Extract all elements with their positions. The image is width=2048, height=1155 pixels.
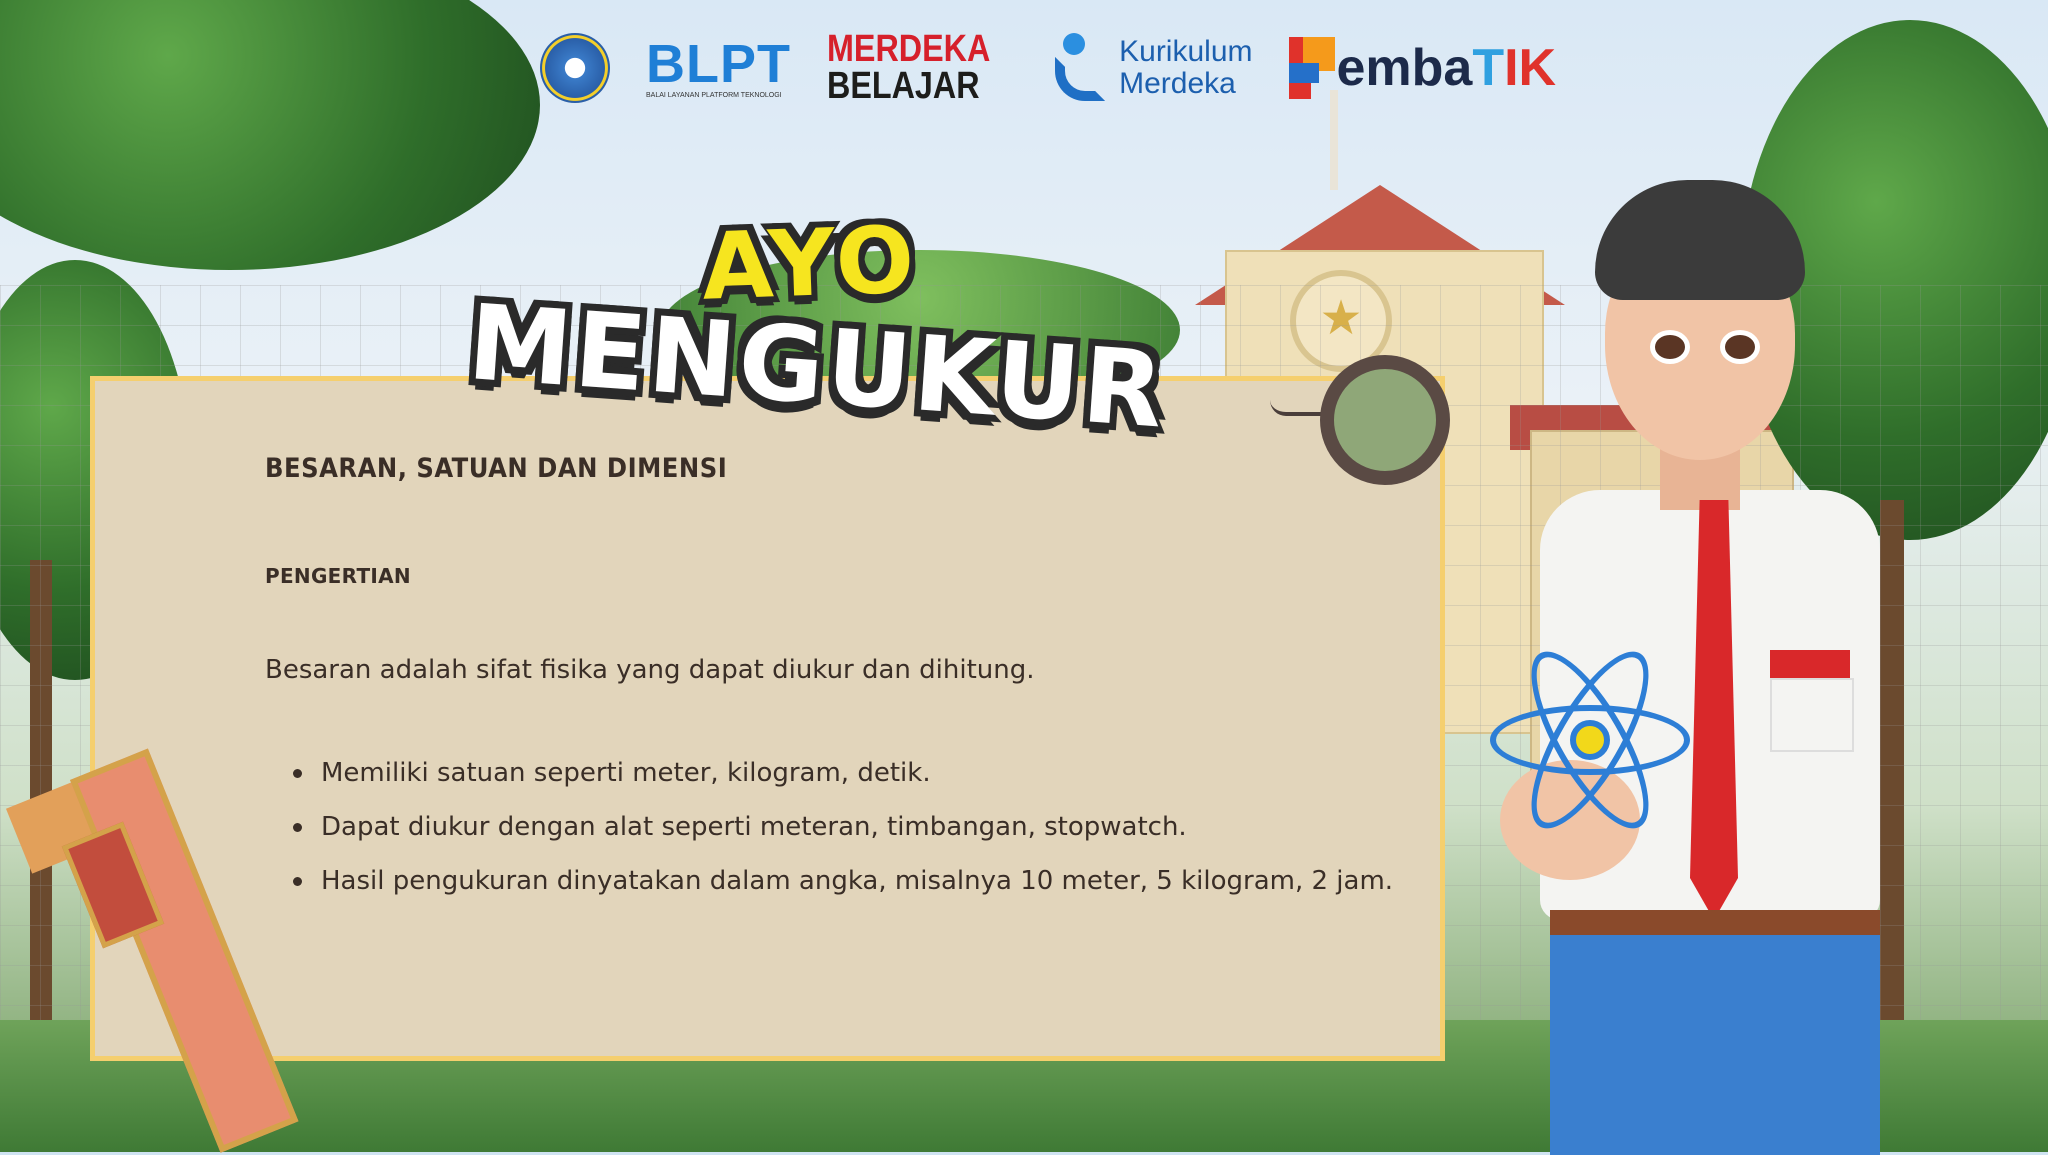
atom-nucleus	[1570, 720, 1610, 760]
card-definition: Besaran adalah sifat fisika yang dapat d…	[265, 655, 1035, 685]
merdeka-belajar-logo: MERDEKA BELAJAR	[827, 28, 1019, 107]
blpt-logo: BLPT BALAI LAYANAN PLATFORM TEKNOLOGI	[646, 37, 791, 100]
card-heading: BESARAN, SATUAN DAN DIMENSI	[265, 453, 728, 484]
tut-wuri-handayani-logo	[540, 33, 610, 103]
list-item: Hasil pengukuran dinyatakan dalam angka,…	[275, 863, 1393, 917]
pembatik-text-t: T	[1472, 39, 1505, 97]
card-bullet-list: Memiliki satuan seperti meter, kilogram,…	[275, 755, 1393, 917]
kurikulum-merdeka-logo: Kurikulum Merdeka	[1055, 33, 1253, 103]
list-item: Memiliki satuan seperti meter, kilogram,…	[275, 755, 1393, 809]
blpt-logo-subtitle: BALAI LAYANAN PLATFORM TEKNOLOGI	[646, 91, 782, 99]
pembatik-text-main: emba	[1336, 39, 1473, 97]
shirt-pocket	[1770, 678, 1854, 752]
merdeka-belajar-line2: BELAJAR	[827, 65, 980, 107]
tape-measure-icon	[1320, 355, 1450, 485]
list-item: Dapat diukur dengan alat seperti meteran…	[275, 809, 1393, 863]
shirt-pocket-flag	[1770, 650, 1850, 678]
blpt-logo-text: BLPT	[646, 33, 791, 94]
student-pants	[1550, 935, 1880, 1155]
student-eye-right	[1720, 330, 1760, 364]
kurikulum-merdeka-icon	[1055, 33, 1107, 103]
logo-bar: BLPT BALAI LAYANAN PLATFORM TEKNOLOGI ME…	[540, 28, 1556, 108]
kurikulum-merdeka-line2: Merdeka	[1119, 67, 1236, 100]
atom-model-icon	[1480, 630, 1700, 850]
pembatik-p-icon	[1288, 37, 1335, 99]
student-hair	[1595, 180, 1805, 300]
card-subheading: PENGERTIAN	[265, 564, 411, 588]
pembatik-logo: emba T IK	[1288, 37, 1557, 99]
student-illustration	[1480, 180, 1940, 1155]
student-eye-left	[1650, 330, 1690, 364]
student-belt	[1550, 910, 1880, 936]
pembatik-text-ik: IK	[1504, 39, 1557, 97]
merdeka-belajar-line1: MERDEKA	[827, 28, 991, 70]
kurikulum-merdeka-line1: Kurikulum	[1119, 35, 1253, 68]
content-card: BESARAN, SATUAN DAN DIMENSI PENGERTIAN B…	[90, 376, 1445, 1061]
